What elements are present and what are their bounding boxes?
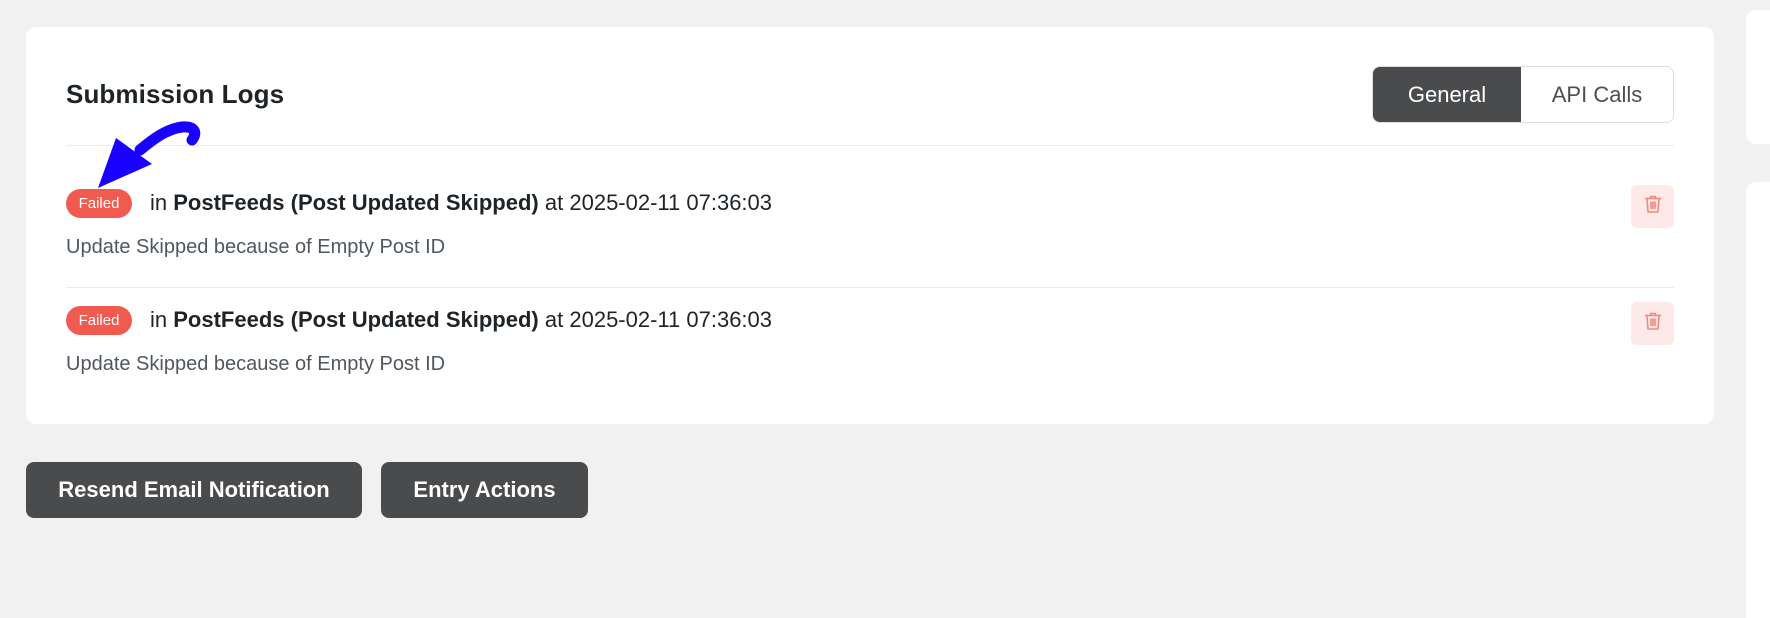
- trash-icon: [1644, 311, 1662, 336]
- status-badge: Failed: [66, 305, 132, 335]
- log-description: Update Skipped because of Empty Post ID: [66, 236, 446, 258]
- submission-logs-card: Submission Logs General API Calls Failed…: [26, 27, 1714, 424]
- log-timestamp: 2025-02-11 07:36:03: [569, 190, 773, 215]
- log-at-label: at: [544, 190, 564, 215]
- entry-actions-button[interactable]: Entry Actions: [381, 462, 588, 518]
- page: Submission Logs General API Calls Failed…: [0, 0, 1770, 618]
- log-prefix: in: [150, 307, 168, 332]
- log-prefix: in: [150, 190, 168, 215]
- status-badge: Failed: [66, 188, 132, 218]
- log-entry-text: in PostFeeds (Post Updated Skipped) at 2…: [150, 190, 772, 216]
- divider: [66, 145, 1674, 146]
- log-entry-text: in PostFeeds (Post Updated Skipped) at 2…: [150, 307, 772, 333]
- delete-log-button[interactable]: [1631, 185, 1674, 228]
- log-tabs: General API Calls: [1372, 66, 1674, 123]
- tab-api-calls[interactable]: API Calls: [1521, 67, 1673, 122]
- entry-action-bar: Resend Email Notification Entry Actions: [26, 462, 588, 518]
- divider: [66, 287, 1674, 288]
- log-at-label: at: [544, 307, 564, 332]
- arrow-annotation-icon: [88, 120, 208, 192]
- delete-log-button[interactable]: [1631, 302, 1674, 345]
- card-title: Submission Logs: [66, 79, 285, 109]
- log-entry: Failed in PostFeeds (Post Updated Skippe…: [66, 302, 1674, 405]
- log-feed-name: PostFeeds (Post Updated Skipped): [173, 190, 539, 215]
- log-description: Update Skipped because of Empty Post ID: [66, 353, 446, 375]
- log-feed-name: PostFeeds (Post Updated Skipped): [173, 307, 539, 332]
- log-entry: Failed in PostFeeds (Post Updated Skippe…: [66, 185, 1674, 288]
- resend-email-button[interactable]: Resend Email Notification: [26, 462, 362, 518]
- side-panel-top: [1746, 10, 1770, 144]
- log-entry-line: Failed in PostFeeds (Post Updated Skippe…: [66, 188, 772, 218]
- side-panel-bottom: [1746, 182, 1770, 618]
- tab-general[interactable]: General: [1373, 67, 1521, 122]
- log-entry-line: Failed in PostFeeds (Post Updated Skippe…: [66, 305, 772, 335]
- log-timestamp: 2025-02-11 07:36:03: [569, 307, 773, 332]
- trash-icon: [1644, 194, 1662, 219]
